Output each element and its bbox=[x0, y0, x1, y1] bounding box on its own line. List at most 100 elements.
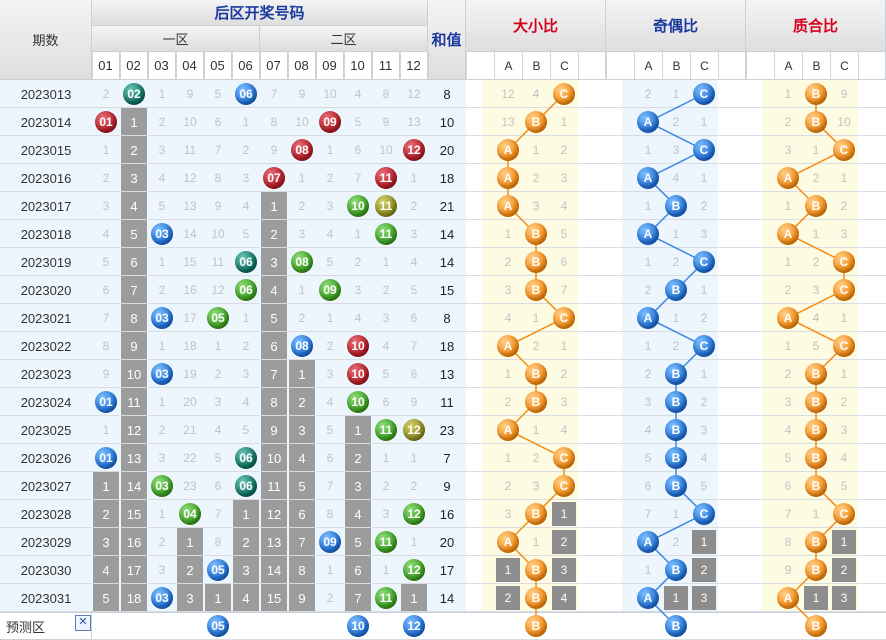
abc-col-header: C bbox=[830, 52, 858, 80]
prime-ratio-cell: C bbox=[830, 500, 858, 528]
omission-count: 3 bbox=[130, 170, 138, 186]
prime-ratio-ball: A bbox=[777, 587, 799, 609]
prime-ratio-cell: 2 bbox=[812, 255, 820, 269]
number-ball: 03 bbox=[151, 363, 173, 385]
predict-ball[interactable]: 10 bbox=[347, 615, 369, 637]
close-predict-icon[interactable]: ✕ bbox=[75, 615, 91, 631]
sum-value: 14 bbox=[439, 254, 455, 270]
omission-count: 6 bbox=[326, 451, 334, 465]
predict-ball-cell[interactable]: 10 bbox=[344, 612, 372, 640]
omission-count: 10 bbox=[183, 115, 197, 129]
omission-count: 1 bbox=[382, 563, 390, 577]
predict-parity-cell[interactable]: B bbox=[662, 612, 690, 640]
parity-ratio-cell: 1 bbox=[662, 584, 690, 612]
omission-count: 5 bbox=[158, 199, 166, 213]
predict-ball-cell[interactable]: 12 bbox=[400, 612, 428, 640]
omission-count: 1 bbox=[326, 143, 334, 157]
number-ball: 08 bbox=[291, 139, 313, 161]
number-ball-cell: 10 bbox=[344, 388, 372, 416]
omission-count: 19 bbox=[183, 367, 197, 381]
omission-count: 5 bbox=[242, 227, 250, 241]
number-ball: 09 bbox=[319, 279, 341, 301]
period-cell: 2023016 bbox=[20, 170, 72, 186]
size-ratio-cell: 13 bbox=[501, 115, 515, 129]
prime-ratio-cell: 4 bbox=[840, 451, 848, 465]
number-col-header: 06 bbox=[232, 52, 260, 80]
size-ratio-cell: 3 bbox=[550, 556, 578, 584]
size-ratio-cell: 2 bbox=[532, 451, 540, 465]
omission-count: 4 bbox=[214, 423, 222, 437]
omission-count: 3 bbox=[242, 367, 250, 381]
omission-count: 3 bbox=[354, 283, 362, 297]
size-ratio-cell: B bbox=[522, 388, 550, 416]
prime-ratio-gray-count: 1 bbox=[832, 530, 856, 554]
size-ratio-cell: 2 bbox=[560, 367, 568, 381]
number-ball-cell: 12 bbox=[400, 556, 428, 584]
omission-count: 1 bbox=[158, 255, 166, 269]
predict-row bbox=[0, 612, 886, 640]
parity-ratio-cell: 1 bbox=[644, 143, 652, 157]
predict-ball[interactable]: 05 bbox=[207, 615, 229, 637]
number-ball: 11 bbox=[375, 195, 397, 217]
omission-count: 12 bbox=[183, 171, 197, 185]
predict-size-ball[interactable]: B bbox=[525, 615, 547, 637]
period-cell: 2023019 bbox=[20, 254, 72, 270]
parity-ratio-ball: C bbox=[693, 251, 715, 273]
parity-ratio-cell: C bbox=[690, 332, 718, 360]
predict-prime-cell[interactable]: B bbox=[802, 612, 830, 640]
parity-ratio-cell: A bbox=[634, 528, 662, 556]
omission-count: 1 bbox=[158, 339, 166, 353]
prime-ratio-title: 质合比 bbox=[746, 0, 886, 52]
size-ratio-cell: B bbox=[522, 556, 550, 584]
parity-ratio-cell: 2 bbox=[672, 339, 680, 353]
size-ratio-cell: 3 bbox=[504, 283, 512, 297]
size-ratio-cell: 1 bbox=[504, 227, 512, 241]
number-ball: 06 bbox=[235, 251, 257, 273]
number-ball-cell: 12 bbox=[400, 136, 428, 164]
omission-count: 2 bbox=[102, 506, 110, 522]
number-ball: 09 bbox=[319, 111, 341, 133]
number-ball: 03 bbox=[151, 587, 173, 609]
number-ball: 10 bbox=[347, 195, 369, 217]
omission-count: 3 bbox=[382, 311, 390, 325]
parity-ratio-ball: A bbox=[637, 223, 659, 245]
omission-count: 15 bbox=[126, 506, 142, 522]
predict-ball-cell[interactable]: 05 bbox=[204, 612, 232, 640]
omission-count: 2 bbox=[326, 591, 334, 605]
parity-ratio-ball: C bbox=[693, 83, 715, 105]
period-cell: 2023020 bbox=[20, 282, 72, 298]
size-ratio-ball: C bbox=[553, 307, 575, 329]
predict-size-cell[interactable]: B bbox=[522, 612, 550, 640]
omission-count: 2 bbox=[102, 87, 110, 101]
omission-count: 10 bbox=[379, 143, 393, 157]
predict-parity-ball[interactable]: B bbox=[665, 615, 687, 637]
size-ratio-cell: A bbox=[494, 416, 522, 444]
prime-ratio-cell: 2 bbox=[784, 283, 792, 297]
omission-count: 2 bbox=[354, 450, 362, 466]
number-ball: 05 bbox=[207, 307, 229, 329]
period-cell: 2023022 bbox=[20, 338, 72, 354]
omission-count: 4 bbox=[102, 562, 110, 578]
omission-count: 1 bbox=[158, 507, 166, 521]
size-ratio-cell: 2 bbox=[494, 584, 522, 612]
parity-ratio-cell: 2 bbox=[672, 535, 680, 549]
prime-ratio-ball: B bbox=[805, 531, 827, 553]
size-ratio-ball: C bbox=[553, 83, 575, 105]
omission-count: 20 bbox=[183, 395, 197, 409]
omission-count: 9 bbox=[298, 87, 306, 101]
omission-count: 4 bbox=[242, 199, 250, 213]
omission-count: 18 bbox=[126, 590, 142, 606]
predict-prime-ball[interactable]: B bbox=[805, 615, 827, 637]
omission-count: 11 bbox=[267, 478, 281, 494]
parity-ratio-cell: 6 bbox=[644, 479, 652, 493]
sum-value: 18 bbox=[439, 338, 455, 354]
predict-ball[interactable]: 12 bbox=[403, 615, 425, 637]
omission-count: 2 bbox=[242, 534, 250, 550]
omission-count: 5 bbox=[214, 451, 222, 465]
sum-value: 13 bbox=[439, 366, 455, 382]
size-ratio-cell: 2 bbox=[504, 255, 512, 269]
number-ball: 11 bbox=[375, 531, 397, 553]
size-ratio-cell: 1 bbox=[504, 367, 512, 381]
abc-col-header: B bbox=[802, 52, 830, 80]
parity-ratio-cell: B bbox=[662, 416, 690, 444]
